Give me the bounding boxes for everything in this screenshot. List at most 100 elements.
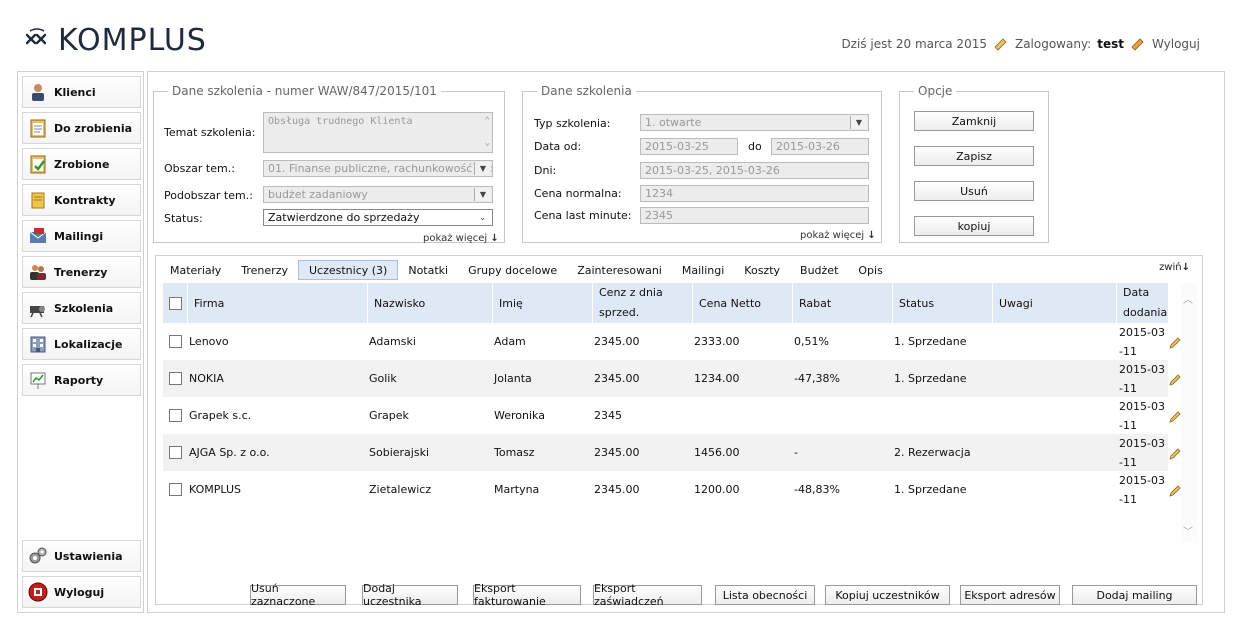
scroll-up-icon[interactable]: ︿	[1183, 291, 1193, 306]
row-checkbox[interactable]	[169, 372, 182, 385]
price-input[interactable]: 1234	[640, 185, 869, 202]
user-tag-icon	[994, 38, 1007, 51]
options-legend: Opcje	[918, 84, 953, 98]
scroll-down-icon[interactable]: ⌄	[485, 137, 490, 150]
lastmin-input[interactable]: 2345	[640, 207, 869, 224]
arrow-down-icon: ↓	[490, 233, 499, 244]
table-scrollbar[interactable]: ︿ ﹀	[1181, 283, 1197, 543]
sidebar-item-mailingi[interactable]: Mailingi	[22, 220, 141, 252]
area-select[interactable]: 01. Finanse publiczne, rachunkowość i po…	[263, 160, 493, 177]
sidebar-item-wyloguj[interactable]: Wyloguj	[22, 576, 141, 608]
tab-uczestnicy[interactable]: Uczestnicy (3)	[297, 260, 399, 280]
subarea-value: budżet zadaniowy	[268, 188, 368, 201]
show-more-link[interactable]: pokaż więcej ↓	[423, 233, 499, 244]
tab-koszty[interactable]: Koszty	[734, 260, 790, 280]
cell-status: 2. Rezerwacja	[894, 446, 971, 459]
sidebar-item-ustawienia[interactable]: Ustawienia	[22, 540, 141, 572]
copy-participants-button[interactable]: Kopiuj uczestników	[825, 585, 950, 605]
cell-firma: NOKIA	[189, 372, 224, 385]
row-checkbox[interactable]	[169, 446, 182, 459]
copy-button[interactable]: kopiuj	[914, 216, 1034, 236]
tab-notatki[interactable]: Notatki	[398, 260, 458, 280]
status-select[interactable]: Zatwierdzone do sprzedaży ⌄	[263, 209, 493, 226]
cell-cena-netto: 1234.00	[694, 372, 740, 385]
sidebar-item-trenerzy[interactable]: Trenerzy	[22, 256, 141, 288]
scroll-up-icon[interactable]: ⌃	[485, 115, 490, 128]
tab-mailingi[interactable]: Mailingi	[672, 260, 734, 280]
sidebar-item-szkolenia[interactable]: Szkolenia	[22, 292, 141, 324]
subarea-select[interactable]: budżet zadaniowy ▼	[263, 186, 493, 203]
collapse-link[interactable]: zwiń↓	[1159, 262, 1190, 273]
tab-budzet[interactable]: Budżet	[790, 260, 848, 280]
date-to-input[interactable]: 2015-03-26	[771, 138, 869, 155]
days-input[interactable]: 2015-03-25, 2015-03-26	[640, 162, 869, 179]
tab-trenerzy[interactable]: Trenerzy	[231, 260, 298, 280]
col-nazwisko[interactable]: Nazwisko	[367, 283, 492, 323]
delete-button[interactable]: Usuń	[914, 181, 1034, 201]
delete-selected-button[interactable]: Usuń zaznaczone	[250, 582, 346, 608]
lastmin-label: Cena last minute:	[534, 209, 632, 222]
tab-grupy-docelowe[interactable]: Grupy docelowe	[458, 260, 567, 280]
logout-icon[interactable]	[1130, 37, 1146, 51]
row-checkbox-cell	[169, 471, 182, 508]
clipboard-check-icon	[30, 155, 46, 174]
type-select[interactable]: 1. otwarte ▼	[640, 114, 869, 131]
row-checkbox[interactable]	[169, 483, 182, 496]
cell-cena-sprzed: 2345.00	[594, 483, 640, 496]
scroll-down-icon[interactable]: ﹀	[1183, 523, 1193, 538]
price-label: Cena normalna:	[534, 187, 622, 200]
pencil-icon[interactable]	[1168, 410, 1182, 424]
col-cena-netto[interactable]: Cena Netto	[692, 283, 792, 323]
subarea-label: Podobszar tem.:	[164, 189, 253, 202]
col-data-dodania[interactable]: Data dodania	[1116, 283, 1167, 323]
col-cena-sprzed[interactable]: Cenz z dnia sprzed.	[592, 283, 692, 323]
add-mailing-button[interactable]: Dodaj mailing	[1072, 585, 1197, 605]
cell-data-dodania: 2015-03-11	[1119, 400, 1165, 432]
tab-bar: Materiały Trenerzy Uczestnicy (3) Notatk…	[160, 260, 893, 280]
sidebar-item-zrobione[interactable]: Zrobione	[22, 148, 141, 180]
row-checkbox[interactable]	[169, 409, 182, 422]
logout-link[interactable]: Wyloguj	[1152, 37, 1200, 51]
status-value: Zatwierdzone do sprzedaży	[268, 211, 420, 224]
participants-table: Firma Nazwisko Imię Cenz z dnia sprzed. …	[163, 283, 1181, 528]
current-date: Dziś jest 20 marca 2015	[841, 37, 987, 51]
sidebar-item-kontrakty[interactable]: Kontrakty	[22, 184, 141, 216]
table-row[interactable]: Grapek s.c. Grapek Weronika 2345 2015-03…	[163, 397, 1181, 434]
col-firma[interactable]: Firma	[187, 283, 367, 323]
tab-zainteresowani[interactable]: Zainteresowani	[567, 260, 672, 280]
col-imie[interactable]: Imię	[492, 283, 592, 323]
main-panel: Dane szkolenia - numer WAW/847/2015/101 …	[147, 71, 1225, 613]
sidebar-item-lokalizacje[interactable]: Lokalizacje	[22, 328, 141, 360]
col-rabat[interactable]: Rabat	[792, 283, 892, 323]
row-checkbox[interactable]	[169, 335, 182, 348]
date-from-input[interactable]: 2015-03-25	[640, 138, 738, 155]
table-row[interactable]: KOMPLUS Zietalewicz Martyna 2345.00 1200…	[163, 471, 1181, 508]
attendance-list-button[interactable]: Lista obecności	[715, 585, 815, 605]
sidebar-item-klienci[interactable]: Klienci	[22, 76, 141, 108]
pencil-icon[interactable]	[1168, 336, 1182, 350]
export-invoicing-button[interactable]: Eksport fakturowanie	[473, 582, 581, 608]
close-button[interactable]: Zamknij	[914, 111, 1034, 131]
save-button[interactable]: Zapisz	[914, 146, 1034, 166]
col-uwagi[interactable]: Uwagi	[992, 283, 1116, 323]
table-row[interactable]: AJGA Sp. z o.o. Sobierajski Tomasz 2345.…	[163, 434, 1181, 471]
pencil-icon[interactable]	[1168, 447, 1182, 461]
pencil-icon[interactable]	[1168, 373, 1182, 387]
table-row[interactable]: Lenovo Adamski Adam 2345.00 2333.00 0,51…	[163, 323, 1181, 360]
tab-opis[interactable]: Opis	[848, 260, 892, 280]
sidebar-item-do-zrobienia[interactable]: Do zrobienia	[22, 112, 141, 144]
export-addresses-button[interactable]: Eksport adresów	[960, 585, 1060, 605]
sidebar-item-raporty[interactable]: Raporty	[22, 364, 141, 396]
export-certificates-button[interactable]: Eksport zaświadczeń	[593, 582, 702, 608]
select-all-checkbox[interactable]	[169, 296, 182, 310]
topic-textarea[interactable]: Obsługa trudnego Klienta ⌃ ⌄	[263, 112, 493, 153]
top-bar: Dziś jest 20 marca 2015 Zalogowany: test…	[841, 37, 1200, 51]
tab-materialy[interactable]: Materiały	[160, 260, 231, 280]
table-row[interactable]: NOKIA Golik Jolanta 2345.00 1234.00 -47,…	[163, 360, 1181, 397]
show-more-link[interactable]: pokaż więcej ↓	[800, 230, 876, 241]
cell-firma: KOMPLUS	[189, 483, 242, 496]
pencil-icon[interactable]	[1168, 484, 1182, 498]
sidebar-item-label: Raporty	[54, 373, 104, 387]
add-participant-button[interactable]: Dodaj uczestnika	[362, 582, 458, 608]
col-status[interactable]: Status	[892, 283, 992, 323]
